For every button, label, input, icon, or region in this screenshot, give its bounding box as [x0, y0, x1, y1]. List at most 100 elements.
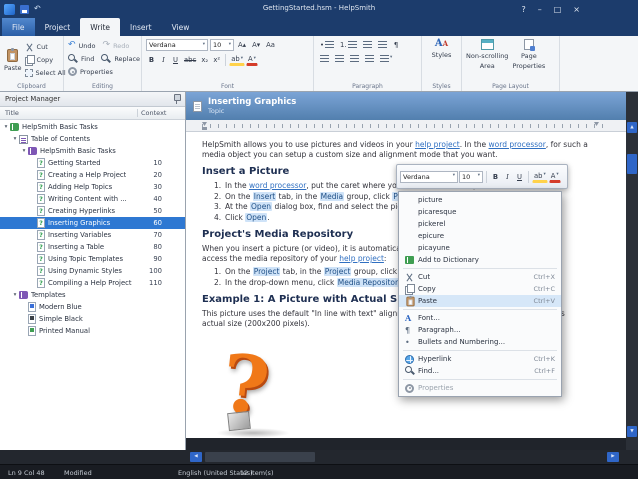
maximize-button[interactable]: □: [554, 5, 562, 14]
expander-icon[interactable]: ▾: [2, 124, 10, 130]
tree-item-using-dynamic-styles[interactable]: Using Dynamic Styles100: [0, 265, 185, 277]
scroll-right-button[interactable]: ▶: [607, 452, 619, 462]
font-family-combo[interactable]: Verdana ▾: [146, 39, 208, 51]
align-justify-button[interactable]: [363, 53, 376, 64]
close-button[interactable]: ×: [573, 5, 580, 14]
save-icon[interactable]: [20, 4, 29, 14]
menu-item-bullets-numbering[interactable]: • Bullets and Numbering...: [399, 336, 561, 348]
menu-item-add-to-dictionary[interactable]: Add to Dictionary: [399, 254, 561, 266]
tree-item-inserting-variables[interactable]: Inserting Variables70: [0, 229, 185, 241]
tab-project[interactable]: Project: [35, 18, 81, 36]
help-button[interactable]: ?: [521, 5, 525, 14]
suggestion-picayune[interactable]: picayune: [399, 242, 561, 254]
italic-button[interactable]: I: [158, 55, 169, 66]
expander-icon[interactable]: ▾: [11, 136, 19, 142]
tree-item-getting-started[interactable]: Getting Started10: [0, 157, 185, 169]
scroll-up-button[interactable]: ▲: [627, 122, 637, 133]
pin-icon[interactable]: [173, 94, 181, 104]
bold-button[interactable]: B: [146, 55, 157, 66]
tree-item-writing-content[interactable]: Writing Content with ...40: [0, 193, 185, 205]
menu-item-paragraph[interactable]: ¶ Paragraph...: [399, 324, 561, 336]
font-color-button[interactable]: A ▾: [245, 54, 258, 66]
show-formatting-button[interactable]: ¶: [391, 39, 402, 50]
quick-undo-icon[interactable]: ↶: [34, 5, 41, 13]
menu-item-hyperlink[interactable]: Hyperlink Ctrl+K: [399, 353, 561, 365]
decrease-indent-button[interactable]: [361, 39, 374, 50]
non-scrolling-area-button[interactable]: Non-scrolling Area: [466, 39, 508, 70]
expander-icon[interactable]: ▾: [11, 292, 19, 298]
undo-button[interactable]: ↶ Undo: [68, 39, 96, 52]
link-word-processor[interactable]: word processor: [489, 140, 546, 149]
horizontal-scroll-thumb[interactable]: [205, 452, 315, 462]
copy-button[interactable]: Copy: [24, 54, 66, 67]
tree-item-using-topic-templates[interactable]: Using Topic Templates90: [0, 253, 185, 265]
mini-italic-button[interactable]: I: [502, 171, 513, 182]
menu-item-properties[interactable]: Properties: [399, 382, 561, 394]
suggestion-picaresque[interactable]: picaresque: [399, 206, 561, 218]
menu-item-cut[interactable]: Cut Ctrl+X: [399, 271, 561, 283]
numbered-list-button[interactable]: 1.: [338, 39, 359, 50]
tree-item-creating-hyperlinks[interactable]: Creating Hyperlinks50: [0, 205, 185, 217]
shrink-font-button[interactable]: A▾: [250, 40, 262, 51]
mini-font-size-combo[interactable]: 10 ▾: [459, 170, 483, 183]
column-context[interactable]: Context: [137, 109, 185, 117]
tree-item-compiling-a-help-project[interactable]: Compiling a Help Project110: [0, 277, 185, 289]
increase-indent-button[interactable]: [376, 39, 389, 50]
minimize-button[interactable]: –: [538, 5, 542, 14]
tree-item-creating-a-help-project[interactable]: Creating a Help Project20: [0, 169, 185, 181]
cut-button[interactable]: Cut: [25, 41, 66, 54]
link-help-project[interactable]: help project: [339, 254, 384, 263]
tree-item-modern-blue[interactable]: Modern Blue: [0, 301, 185, 313]
scroll-down-button[interactable]: ▼: [627, 426, 637, 437]
styles-button[interactable]: AA Styles: [426, 39, 457, 60]
paste-button[interactable]: Paste: [4, 39, 22, 81]
subscript-button[interactable]: x₂: [199, 55, 210, 66]
tab-insert[interactable]: Insert: [120, 18, 162, 36]
menu-item-find[interactable]: Find... Ctrl+F: [399, 365, 561, 377]
column-title[interactable]: Title: [0, 109, 137, 117]
align-left-button[interactable]: [318, 53, 331, 64]
mini-underline-button[interactable]: U: [514, 171, 525, 182]
line-spacing-button[interactable]: ▾: [378, 53, 394, 64]
menu-item-copy[interactable]: Copy Ctrl+C: [399, 283, 561, 295]
mini-font-family-combo[interactable]: Verdana ▾: [400, 170, 458, 183]
menu-item-font[interactable]: A Font...: [399, 312, 561, 324]
mini-bold-button[interactable]: B: [490, 171, 501, 182]
question-mark-image[interactable]: ?: [214, 336, 300, 438]
underline-button[interactable]: U: [170, 55, 181, 66]
bullet-list-button[interactable]: •: [318, 39, 336, 50]
text-highlight-button[interactable]: ab ▾: [229, 54, 245, 66]
align-right-button[interactable]: [348, 53, 361, 64]
replace-button[interactable]: Replace: [101, 52, 140, 65]
properties-button[interactable]: Properties: [68, 65, 113, 78]
tree-item-adding-help-topics[interactable]: Adding Help Topics30: [0, 181, 185, 193]
select-all-button[interactable]: Select All: [24, 67, 66, 80]
tree-item-simple-black[interactable]: Simple Black: [0, 313, 185, 325]
tree-item-table-of-contents[interactable]: ▾ Table of Contents: [0, 133, 185, 145]
tab-view[interactable]: View: [162, 18, 200, 36]
font-size-combo[interactable]: 10 ▾: [210, 39, 234, 51]
vertical-scrollbar[interactable]: ▲ ▼: [626, 92, 638, 450]
mini-font-color-button[interactable]: A ▾: [548, 171, 561, 183]
link-help-project[interactable]: help project: [415, 140, 460, 149]
page-properties-button[interactable]: Page Properties: [512, 39, 545, 70]
change-case-button[interactable]: Aa: [264, 40, 277, 51]
suggestion-pickerel[interactable]: pickerel: [399, 218, 561, 230]
indent-marker[interactable]: [202, 127, 207, 130]
tree-item-helpsmith-basic-tasks[interactable]: ▾ HelpSmith Basic Tasks: [0, 121, 185, 133]
tab-write[interactable]: Write: [80, 18, 121, 36]
mini-highlight-button[interactable]: ab ▾: [532, 171, 548, 183]
link-word-processor[interactable]: word processor: [249, 181, 306, 190]
ruler[interactable]: [186, 120, 626, 132]
find-button[interactable]: Find: [68, 52, 94, 65]
align-center-button[interactable]: [333, 53, 346, 64]
strikethrough-button[interactable]: abc: [182, 55, 198, 66]
suggestion-picture[interactable]: picture: [399, 194, 561, 206]
expander-icon[interactable]: ▾: [20, 148, 28, 154]
vertical-scroll-thumb[interactable]: [627, 154, 637, 174]
superscript-button[interactable]: x²: [211, 55, 222, 66]
menu-item-paste[interactable]: Paste Ctrl+V: [399, 295, 561, 307]
grow-font-button[interactable]: A▴: [236, 40, 248, 51]
scroll-left-button[interactable]: ◀: [190, 452, 202, 462]
tree-item-inserting-a-table[interactable]: Inserting a Table80: [0, 241, 185, 253]
